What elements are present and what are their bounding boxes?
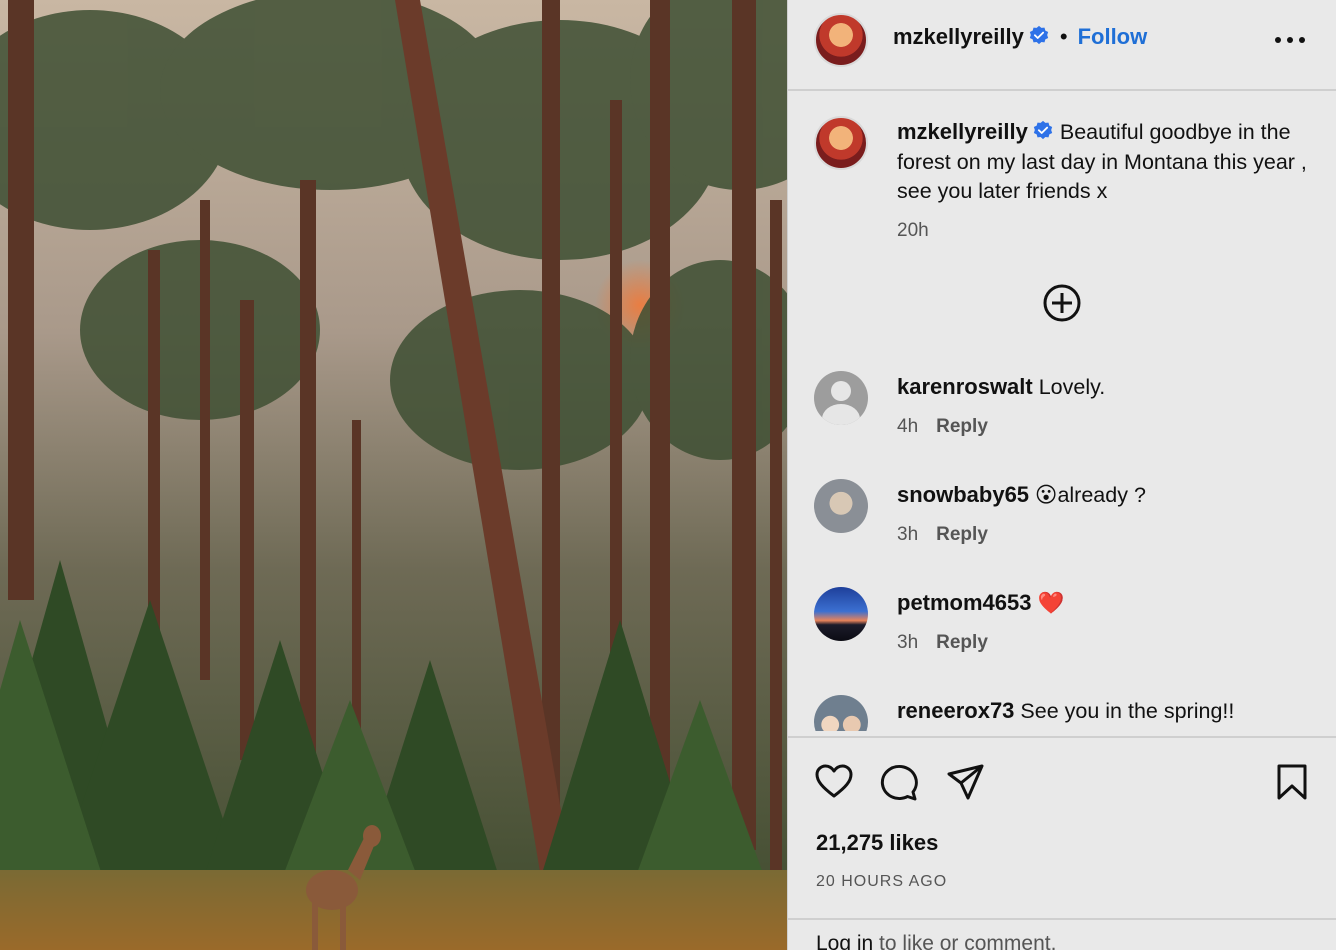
comment-username[interactable]: snowbaby65: [897, 482, 1029, 507]
comment-body: petmom4653 ❤️: [897, 590, 1064, 616]
commenter-avatar[interactable]: [814, 587, 868, 641]
author-avatar[interactable]: [814, 13, 868, 67]
comment-emoji: 😮: [1035, 483, 1058, 507]
heart-icon[interactable]: [814, 762, 854, 802]
comment-body: snowbaby65 😮already ?: [897, 482, 1146, 508]
comment-item: reneerox73 See you in the spring!!: [788, 695, 1336, 731]
forest-deer-image: [0, 0, 787, 950]
post-side-panel: mzkellyreilly • Follow mzkellyreilly Beaut…: [787, 0, 1336, 950]
comment-username[interactable]: petmom4653: [897, 590, 1032, 615]
caption-avatar[interactable]: [814, 116, 868, 170]
comment-meta: 4h Reply: [897, 416, 988, 438]
commenter-avatar[interactable]: [814, 371, 868, 425]
post-header: mzkellyreilly • Follow: [788, 0, 1336, 91]
header-separator: •: [1059, 24, 1068, 49]
comment-emoji: ❤️: [1037, 591, 1065, 615]
comment-meta: 3h Reply: [897, 632, 988, 654]
likes-count[interactable]: 21,275 likes: [816, 830, 938, 856]
comment-body: karenroswalt Lovely.: [897, 374, 1105, 400]
verified-badge-icon: [1033, 120, 1053, 140]
bookmark-icon[interactable]: [1272, 762, 1312, 802]
reply-button[interactable]: Reply: [936, 632, 988, 653]
comment-time: 3h: [897, 524, 919, 545]
caption-time: 20h: [897, 219, 929, 241]
comment-username[interactable]: karenroswalt: [897, 374, 1033, 399]
reply-button[interactable]: Reply: [936, 524, 988, 545]
comment-icon[interactable]: [879, 762, 919, 802]
login-suffix: to like or comment.: [873, 932, 1057, 950]
header-user-row: mzkellyreilly • Follow: [893, 24, 1147, 50]
comment-meta: 3h Reply: [897, 524, 988, 546]
post-photo: [0, 0, 787, 950]
comment-time: 3h: [897, 632, 919, 653]
login-link[interactable]: Log in: [816, 932, 873, 950]
follow-button[interactable]: Follow: [1078, 24, 1148, 49]
load-more-comments-icon[interactable]: [1042, 283, 1082, 323]
header-username[interactable]: mzkellyreilly: [893, 24, 1024, 49]
comment-text: already ?: [1057, 483, 1146, 507]
comment-time: 4h: [897, 416, 919, 437]
comment-text: Lovely.: [1038, 375, 1106, 399]
caption-username[interactable]: mzkellyreilly: [897, 119, 1028, 144]
more-options-icon[interactable]: [1275, 37, 1305, 45]
verified-badge-icon: [1029, 25, 1049, 45]
post-actions: 21,275 likes 20 HOURS AGO: [788, 736, 1336, 918]
reply-button[interactable]: Reply: [936, 416, 988, 437]
login-prompt: Log in to like or comment.: [788, 918, 1336, 950]
share-icon[interactable]: [946, 762, 986, 802]
commenter-avatar[interactable]: [814, 479, 868, 533]
comment-text: See you in the spring!!: [1020, 699, 1235, 723]
caption: mzkellyreilly Beautiful goodbye in the f…: [897, 117, 1307, 245]
comment-username[interactable]: reneerox73: [897, 698, 1014, 723]
post-date: 20 HOURS AGO: [816, 873, 948, 890]
comment-body: reneerox73 See you in the spring!!: [897, 698, 1234, 724]
commenter-avatar[interactable]: [814, 695, 868, 731]
